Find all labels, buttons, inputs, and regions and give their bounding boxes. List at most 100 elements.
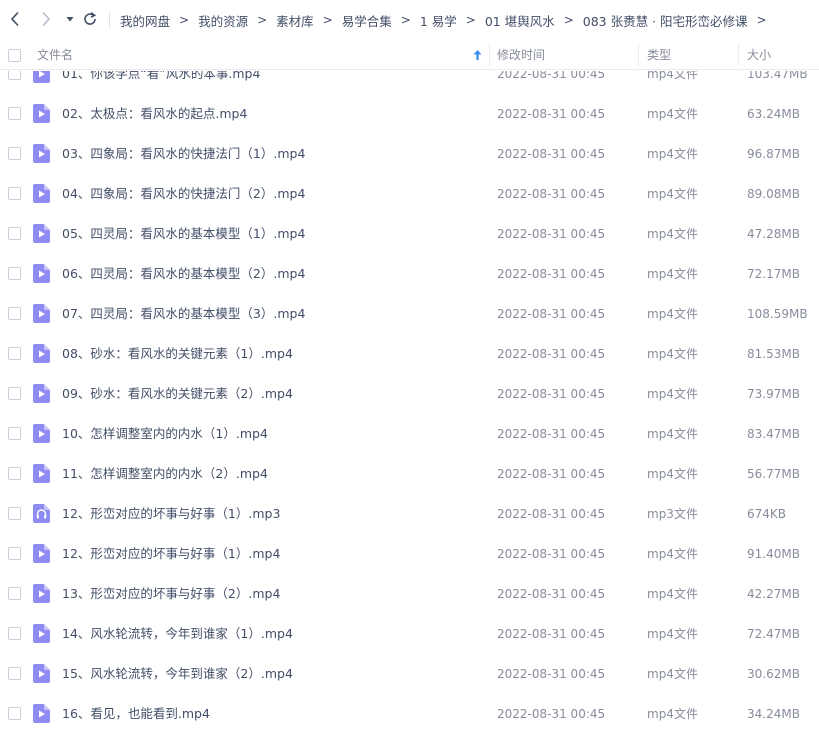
file-size: 42.27MB — [747, 587, 800, 601]
file-name[interactable]: 03、四象局：看风水的快捷法门（1）.mp4 — [62, 134, 305, 174]
file-type: mp4文件 — [647, 427, 698, 441]
file-name[interactable]: 08、砂水：看风水的关键元素（1）.mp4 — [62, 334, 293, 374]
file-modified-time: 2022-08-31 00:45 — [497, 267, 606, 281]
video-file-icon — [33, 464, 50, 483]
file-name[interactable]: 12、形峦对应的坏事与好事（1）.mp4 — [62, 534, 280, 574]
breadcrumb-item[interactable]: 素材库 — [276, 11, 314, 30]
video-file-icon — [33, 224, 50, 243]
chevron-right-icon[interactable] — [35, 8, 57, 30]
file-row[interactable]: 06、四灵局：看风水的基本模型（2）.mp4 2022-08-31 00:45 mp… — [0, 254, 819, 294]
sort-ascending-icon[interactable] — [472, 49, 483, 64]
file-name[interactable]: 13、形峦对应的坏事与好事（2）.mp4 — [62, 574, 280, 614]
row-checkbox[interactable] — [8, 667, 21, 680]
column-header-type[interactable]: 类型 — [647, 40, 671, 70]
breadcrumb-item[interactable]: 1 易学 — [420, 11, 457, 30]
video-file-icon — [33, 104, 50, 123]
breadcrumb-separator: > — [563, 13, 574, 27]
file-modified-time: 2022-08-31 00:45 — [497, 667, 606, 681]
file-name[interactable]: 12、形峦对应的坏事与好事（1）.mp3 — [62, 494, 280, 534]
file-name[interactable]: 07、四灵局：看风水的基本模型（3）.mp4 — [62, 294, 305, 334]
row-checkbox[interactable] — [8, 227, 21, 240]
column-header-name[interactable]: 文件名 — [37, 40, 73, 70]
file-name[interactable]: 06、四灵局：看风水的基本模型（2）.mp4 — [62, 254, 305, 294]
file-row[interactable]: 08、砂水：看风水的关键元素（1）.mp4 2022-08-31 00:45 mp4… — [0, 334, 819, 374]
column-header-time[interactable]: 修改时间 — [497, 40, 545, 70]
row-checkbox[interactable] — [8, 707, 21, 720]
caret-down-icon[interactable] — [59, 8, 81, 30]
file-row[interactable]: 09、砂水：看风水的关键元素（2）.mp4 2022-08-31 00:45 mp4… — [0, 374, 819, 414]
file-list-header: 文件名 修改时间 类型 大小 — [0, 40, 819, 70]
file-row[interactable]: 02、太极点：看风水的起点.mp4 2022-08-31 00:45 mp4文件 63… — [0, 94, 819, 134]
file-modified-time: 2022-08-31 00:45 — [497, 227, 606, 241]
column-header-size[interactable]: 大小 — [747, 40, 771, 70]
file-modified-time: 2022-08-31 00:45 — [497, 387, 606, 401]
file-name[interactable]: 15、风水轮流转，今年到谁家（2）.mp4 — [62, 654, 293, 694]
file-type: mp4文件 — [647, 267, 698, 281]
row-checkbox[interactable] — [8, 307, 21, 320]
breadcrumb-item[interactable]: 083 张赉慧 · 阳宅形峦必修课 — [583, 11, 748, 30]
file-modified-time: 2022-08-31 00:45 — [497, 467, 606, 481]
file-row[interactable]: 04、四象局：看风水的快捷法门（2）.mp4 2022-08-31 00:45 mp… — [0, 174, 819, 214]
file-modified-time: 2022-08-31 00:45 — [497, 307, 606, 321]
video-file-icon — [33, 584, 50, 603]
column-divider[interactable] — [738, 44, 739, 66]
file-size: 34.24MB — [747, 707, 800, 721]
file-row[interactable]: 11、怎样调整室内的内水（2）.mp4 2022-08-31 00:45 mp4文件… — [0, 454, 819, 494]
navigation-bar: 我的网盘 > 我的资源 > 素材库 > 易学合集 >1 易学 >01 堪舆风水 >083 张赉慧 … — [0, 0, 819, 40]
row-checkbox[interactable] — [8, 267, 21, 280]
file-modified-time: 2022-08-31 00:45 — [497, 547, 606, 561]
select-all-checkbox[interactable] — [8, 49, 21, 62]
row-checkbox[interactable] — [8, 627, 21, 640]
file-row[interactable]: 13、形峦对应的坏事与好事（2）.mp4 2022-08-31 00:45 mp4文… — [0, 574, 819, 614]
file-row[interactable]: 14、风水轮流转，今年到谁家（1）.mp4 2022-08-31 00:45 mp4… — [0, 614, 819, 654]
row-checkbox[interactable] — [8, 347, 21, 360]
file-type: mp4文件 — [647, 107, 698, 121]
file-name[interactable]: 10、怎样调整室内的内水（1）.mp4 — [62, 414, 268, 454]
file-row[interactable]: 07、四灵局：看风水的基本模型（3）.mp4 2022-08-31 00:45 mp… — [0, 294, 819, 334]
breadcrumb-separator: > — [257, 13, 268, 27]
column-divider[interactable] — [489, 44, 490, 66]
refresh-icon[interactable] — [79, 8, 101, 30]
row-checkbox[interactable] — [8, 547, 21, 560]
row-checkbox[interactable] — [8, 507, 21, 520]
row-checkbox[interactable] — [8, 427, 21, 440]
file-row[interactable]: 01、你该学点“看”风水的本事.mp4 2022-08-31 00:45 mp4文件… — [0, 71, 819, 94]
chevron-left-icon[interactable] — [4, 8, 26, 30]
file-size: 91.40MB — [747, 547, 800, 561]
row-checkbox[interactable] — [8, 187, 21, 200]
file-modified-time: 2022-08-31 00:45 — [497, 71, 606, 81]
file-name[interactable]: 09、砂水：看风水的关键元素（2）.mp4 — [62, 374, 293, 414]
file-type: mp4文件 — [647, 71, 698, 81]
row-checkbox[interactable] — [8, 467, 21, 480]
file-row[interactable]: 03、四象局：看风水的快捷法门（1）.mp4 2022-08-31 00:45 mp… — [0, 134, 819, 174]
breadcrumb-item[interactable]: 我的资源 — [198, 11, 248, 30]
file-name[interactable]: 14、风水轮流转，今年到谁家（1）.mp4 — [62, 614, 293, 654]
row-checkbox[interactable] — [8, 71, 21, 80]
file-row[interactable]: 12、形峦对应的坏事与好事（1）.mp4 2022-08-31 00:45 mp4文… — [0, 534, 819, 574]
row-checkbox[interactable] — [8, 107, 21, 120]
breadcrumb-item[interactable]: 我的网盘 — [120, 11, 170, 30]
file-size: 73.97MB — [747, 387, 800, 401]
file-type: mp4文件 — [647, 667, 698, 681]
file-row[interactable]: 16、看见，也能看到.mp4 2022-08-31 00:45 mp4文件 34.24… — [0, 694, 819, 734]
row-checkbox[interactable] — [8, 587, 21, 600]
file-name[interactable]: 04、四象局：看风水的快捷法门（2）.mp4 — [62, 174, 305, 214]
file-row[interactable]: 05、四灵局：看风水的基本模型（1）.mp4 2022-08-31 00:45 mp… — [0, 214, 819, 254]
file-name[interactable]: 05、四灵局：看风水的基本模型（1）.mp4 — [62, 214, 305, 254]
file-name[interactable]: 11、怎样调整室内的内水（2）.mp4 — [62, 454, 268, 494]
file-type: mp4文件 — [647, 467, 698, 481]
breadcrumb: 我的网盘 > 我的资源 > 素材库 > 易学合集 >1 易学 >01 堪舆风水 >083 张赉慧 … — [120, 0, 776, 40]
column-divider[interactable] — [638, 44, 639, 66]
video-file-icon — [33, 384, 50, 403]
row-checkbox[interactable] — [8, 387, 21, 400]
file-name[interactable]: 02、太极点：看风水的起点.mp4 — [62, 94, 247, 134]
breadcrumb-item[interactable]: 易学合集 — [342, 11, 392, 30]
row-checkbox[interactable] — [8, 147, 21, 160]
file-row[interactable]: 15、风水轮流转，今年到谁家（2）.mp4 2022-08-31 00:45 mp4… — [0, 654, 819, 694]
file-name[interactable]: 01、你该学点“看”风水的本事.mp4 — [62, 71, 260, 94]
file-size: 56.77MB — [747, 467, 800, 481]
file-row[interactable]: 10、怎样调整室内的内水（1）.mp4 2022-08-31 00:45 mp4文件… — [0, 414, 819, 454]
file-name[interactable]: 16、看见，也能看到.mp4 — [62, 694, 210, 734]
breadcrumb-item[interactable]: 01 堪舆风水 — [485, 11, 555, 30]
file-row[interactable]: 12、形峦对应的坏事与好事（1）.mp3 2022-08-31 00:45 mp3文… — [0, 494, 819, 534]
